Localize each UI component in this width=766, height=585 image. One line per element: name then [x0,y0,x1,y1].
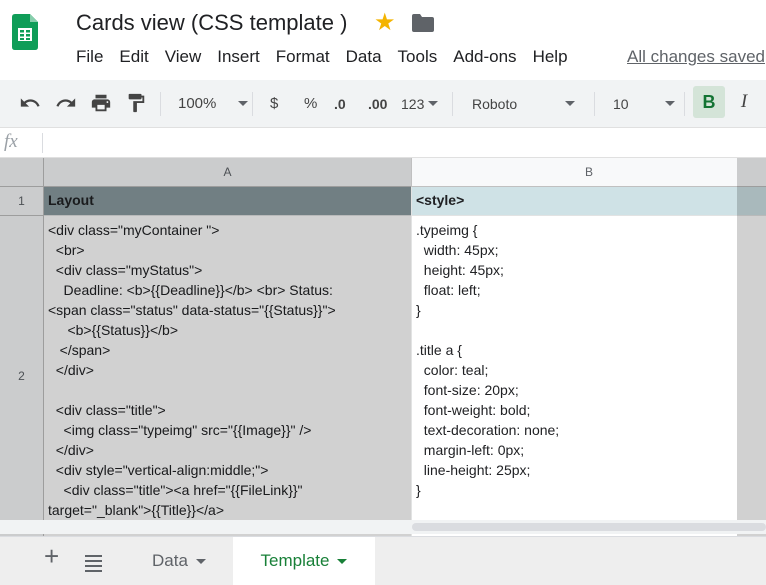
zoom-value: 100% [178,95,217,112]
menu-format[interactable]: Format [276,47,330,66]
menu-edit[interactable]: Edit [119,47,148,66]
bold-button[interactable]: B [693,86,725,118]
increase-decimal-button[interactable]: .00 [368,80,387,127]
fx-label: fx [4,131,18,152]
app-header: Cards view (CSS template ) ★ File Edit Vie… [0,0,766,80]
chevron-down-icon [195,558,206,564]
toolbar-divider [684,92,685,116]
cell-b1[interactable]: <style> [412,187,766,216]
chevron-down-icon [664,101,675,106]
percent-button[interactable]: % [304,80,317,127]
menu-addons[interactable]: Add-ons [453,47,516,66]
paint-format-icon[interactable] [124,92,148,114]
tab-template-label: Template [260,551,330,570]
decrease-decimal-label: .0 [334,95,346,112]
column-header-b[interactable]: B [412,158,766,187]
more-formats-label: 123 [401,95,425,112]
italic-button[interactable]: I [735,86,753,118]
menu-tools[interactable]: Tools [398,47,438,66]
font-family-value: Roboto [472,95,518,112]
toolbar-divider [160,92,161,116]
font-size-select[interactable]: 10 [613,80,675,127]
toolbar: 100% $ % .0 .00 123 Roboto 10 [0,80,766,128]
menu-insert[interactable]: Insert [217,47,260,66]
font-family-select[interactable]: Roboto [472,80,576,127]
undo-icon[interactable] [18,92,42,114]
chevron-down-icon [565,101,576,106]
more-formats-button[interactable]: 123 [401,80,439,127]
sheet-tab-bar: + Data Template [0,536,766,585]
tab-template[interactable]: Template [233,537,375,585]
save-status-link[interactable]: All changes saved [627,47,765,67]
toolbar-divider [452,92,453,116]
percent-label: % [304,95,318,112]
chevron-down-icon [428,101,439,106]
menu-view[interactable]: View [165,47,202,66]
spreadsheet-grid: A B 1 2 Layout <style> <div class="myCon… [0,158,766,537]
chevron-down-icon [238,101,249,106]
redo-icon[interactable] [54,92,78,114]
folder-icon[interactable] [412,14,434,32]
row-header-2[interactable]: 2 [0,216,44,536]
tab-data-label: Data [152,551,188,570]
row-header-1[interactable]: 1 [0,187,44,216]
select-all-corner[interactable] [0,158,44,187]
menu-file[interactable]: File [76,47,103,66]
all-sheets-icon[interactable] [85,555,102,575]
menu-help[interactable]: Help [533,47,568,66]
cell-b2[interactable]: .typeimg { width: 45px; height: 45px; fl… [412,216,766,537]
cell-a2[interactable]: <div class="myContainer "> <br> <div cla… [44,216,412,537]
column-header-a[interactable]: A [44,158,412,187]
formula-divider [42,133,43,153]
star-icon[interactable]: ★ [374,8,396,37]
toolbar-divider [594,92,595,116]
sheets-logo-icon[interactable] [12,14,38,50]
menu-data[interactable]: Data [346,47,382,66]
toolbar-divider [252,92,253,116]
menu-bar: File Edit View Insert Format Data Tools Add-ons… [76,47,584,67]
print-icon[interactable] [89,92,113,114]
chevron-down-icon [337,558,348,564]
font-size-value: 10 [613,95,629,112]
add-sheet-icon[interactable]: + [44,541,59,572]
currency-label: $ [270,95,279,112]
scrollbar-thumb[interactable] [412,523,766,531]
formula-bar: fx [0,128,766,158]
increase-decimal-label: .00 [368,95,388,112]
cell-a1[interactable]: Layout [44,187,412,216]
currency-button[interactable]: $ [270,80,278,127]
tab-data[interactable]: Data [130,537,228,585]
zoom-select[interactable]: 100% [178,80,249,127]
decrease-decimal-button[interactable]: .0 [334,80,346,127]
document-title[interactable]: Cards view (CSS template ) [76,10,347,36]
